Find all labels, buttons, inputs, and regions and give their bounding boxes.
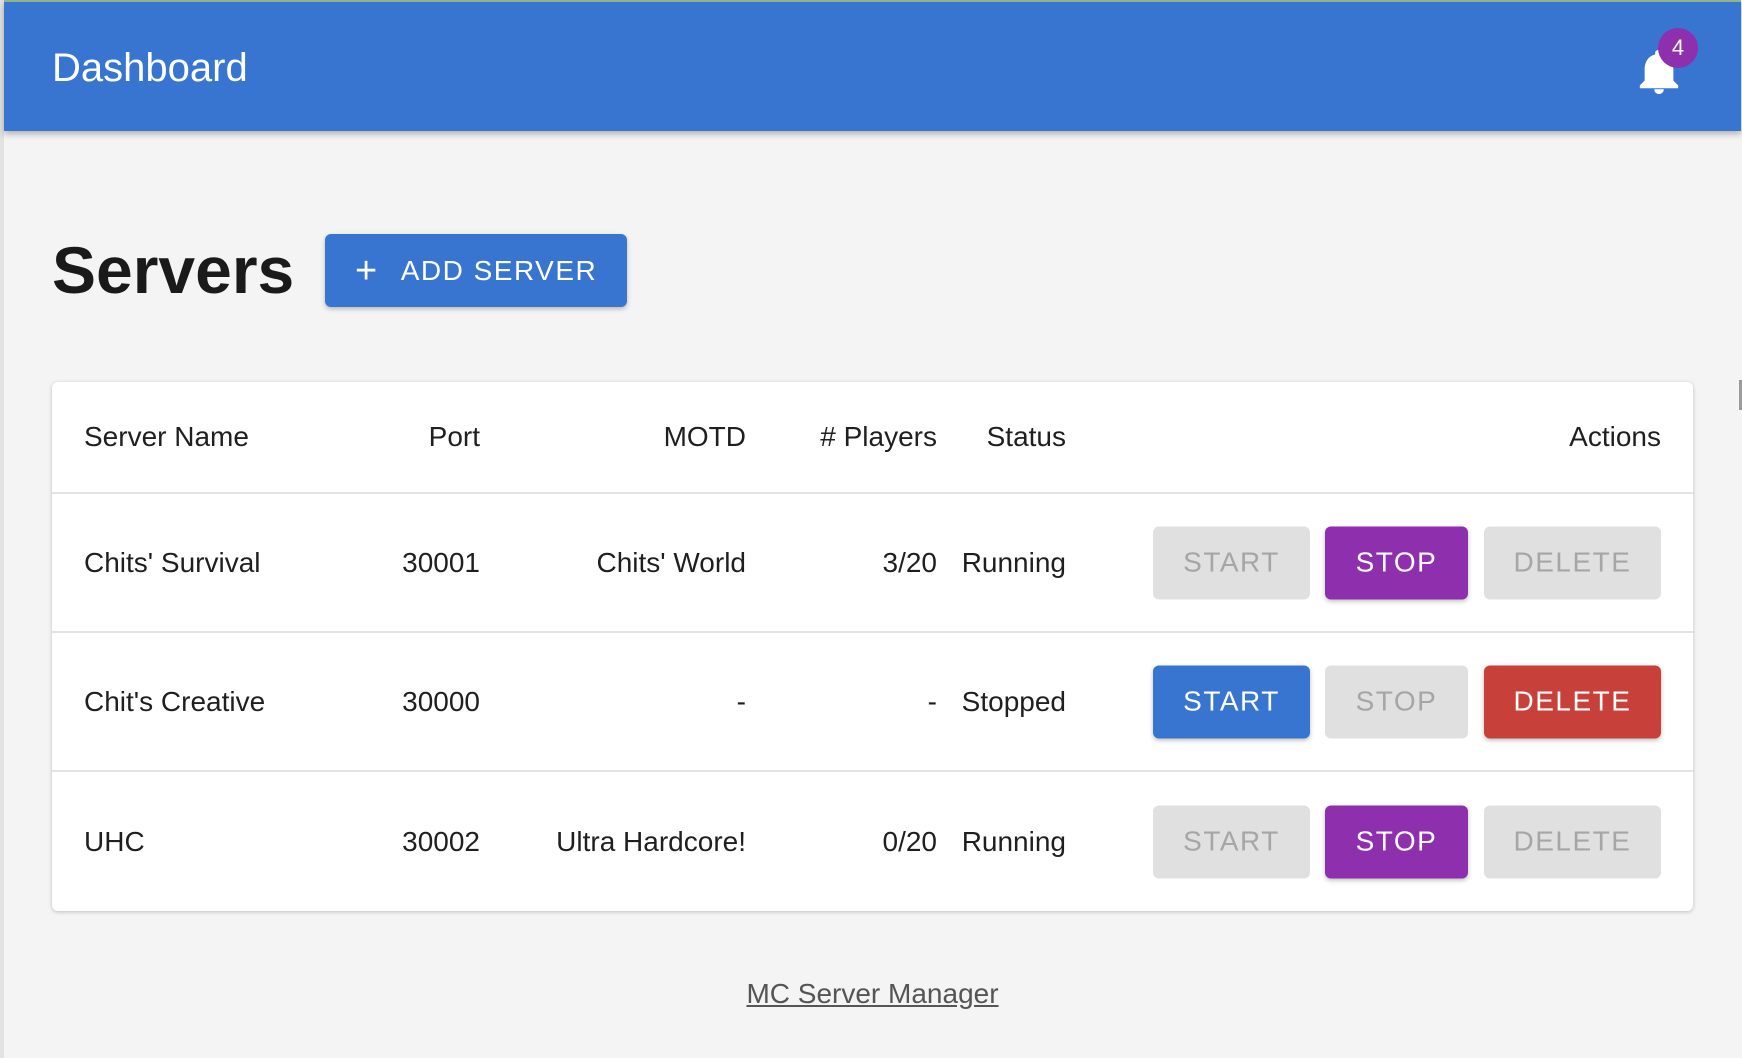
players-cell: 0/20 [882, 825, 938, 857]
plus-icon: + [355, 249, 379, 292]
port-cell: 30001 [402, 546, 480, 578]
column-header-players: # Players [820, 421, 937, 452]
column-header-actions: Actions [1569, 421, 1661, 452]
players-cell: 3/20 [882, 546, 938, 578]
start-button[interactable]: START [1153, 526, 1310, 599]
stop-button[interactable]: STOP [1325, 526, 1468, 599]
servers-table: Server Name Port MOTD # Players Status A… [52, 382, 1693, 911]
server-name-cell: Chits' Survival [84, 546, 261, 578]
table-row: Chits' Survival 30001 Chits' World 3/20 … [52, 494, 1693, 633]
server-name-cell: UHC [84, 825, 145, 857]
app-window: Dashboard 4 Servers + ADD SERVER Server … [0, 0, 1742, 1058]
start-button[interactable]: START [1153, 805, 1310, 878]
port-cell: 30000 [402, 685, 480, 717]
notification-count-badge: 4 [1658, 28, 1698, 68]
column-header-server-name: Server Name [84, 421, 249, 452]
page-title: Servers [52, 233, 295, 307]
app-bar: Dashboard 4 [4, 0, 1741, 131]
delete-button[interactable]: DELETE [1484, 526, 1661, 599]
table-row: UHC 30002 Ultra Hardcore! 0/20 Running S… [52, 772, 1693, 911]
column-header-motd: MOTD [663, 421, 746, 452]
footer-link[interactable]: MC Server Manager [4, 978, 1741, 1010]
stop-button[interactable]: STOP [1325, 805, 1468, 878]
delete-button[interactable]: DELETE [1484, 805, 1661, 878]
players-cell: - [927, 685, 937, 717]
column-header-status: Status [986, 421, 1066, 452]
port-cell: 30002 [402, 825, 480, 857]
motd-cell: Ultra Hardcore! [556, 825, 746, 857]
start-button[interactable]: START [1153, 665, 1310, 738]
motd-cell: - [736, 685, 746, 717]
status-cell: Running [961, 546, 1066, 578]
table-header-row: Server Name Port MOTD # Players Status A… [52, 382, 1693, 494]
stop-button[interactable]: STOP [1325, 665, 1468, 738]
notifications-button[interactable]: 4 [1624, 28, 1704, 108]
status-cell: Running [961, 825, 1066, 857]
column-header-port: Port [428, 421, 480, 452]
server-name-cell: Chit's Creative [84, 685, 266, 717]
status-cell: Stopped [961, 685, 1066, 717]
add-server-label: ADD SERVER [400, 254, 598, 286]
motd-cell: Chits' World [596, 546, 746, 578]
app-title: Dashboard [52, 46, 248, 90]
delete-button[interactable]: DELETE [1484, 665, 1661, 738]
table-row: Chit's Creative 30000 - - Stopped START … [52, 633, 1693, 772]
add-server-button[interactable]: + ADD SERVER [325, 234, 627, 307]
